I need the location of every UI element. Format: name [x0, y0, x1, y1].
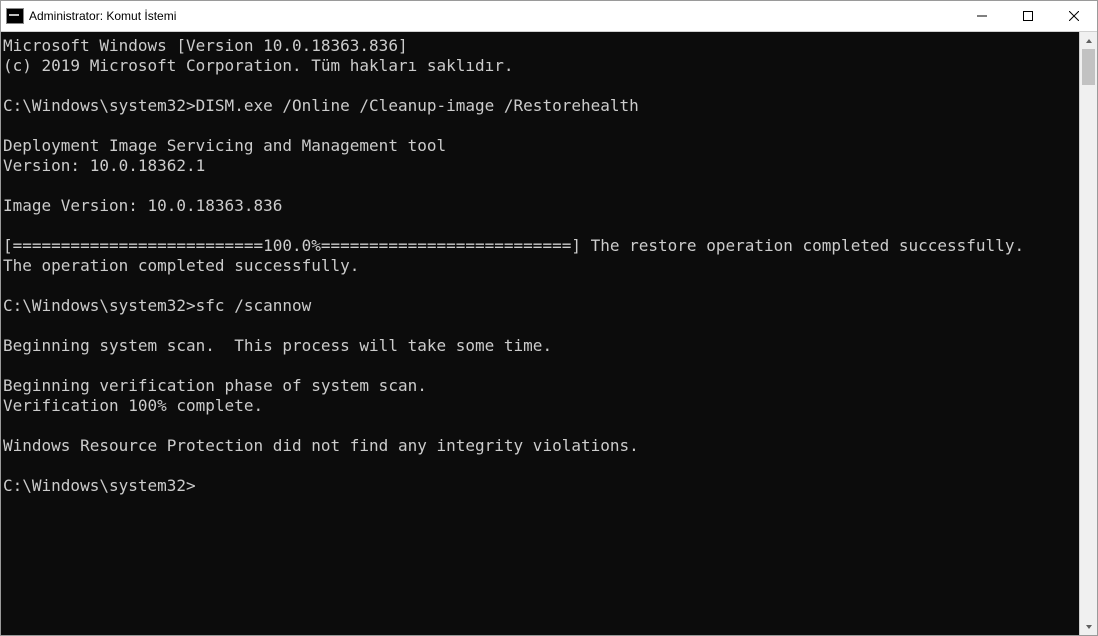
terminal-line: C:\Windows\system32>: [3, 476, 1077, 496]
close-icon: [1069, 11, 1079, 21]
minimize-icon: [977, 11, 987, 21]
terminal-line: [3, 416, 1077, 436]
content-area: Microsoft Windows [Version 10.0.18363.83…: [1, 32, 1097, 635]
scroll-up-arrow-icon[interactable]: [1080, 32, 1097, 49]
terminal-line: Windows Resource Protection did not find…: [3, 436, 1077, 456]
close-button[interactable]: [1051, 1, 1097, 31]
terminal-line: [==========================100.0%=======…: [3, 236, 1077, 256]
window-controls: [959, 1, 1097, 31]
terminal-line: Verification 100% complete.: [3, 396, 1077, 416]
terminal-line: [3, 456, 1077, 476]
cmd-icon: [6, 8, 24, 24]
terminal-line: [3, 76, 1077, 96]
terminal-line: [3, 316, 1077, 336]
terminal-line: C:\Windows\system32>DISM.exe /Online /Cl…: [3, 96, 1077, 116]
window-title: Administrator: Komut İstemi: [29, 9, 176, 23]
terminal-line: Deployment Image Servicing and Managemen…: [3, 136, 1077, 156]
terminal-line: [3, 176, 1077, 196]
titlebar[interactable]: Administrator: Komut İstemi: [1, 1, 1097, 32]
maximize-icon: [1023, 11, 1033, 21]
terminal-line: Microsoft Windows [Version 10.0.18363.83…: [3, 36, 1077, 56]
terminal-line: (c) 2019 Microsoft Corporation. Tüm hakl…: [3, 56, 1077, 76]
command-prompt-window: Administrator: Komut İstemi Micros: [0, 0, 1098, 636]
terminal-line: The operation completed successfully.: [3, 256, 1077, 276]
terminal-line: Version: 10.0.18362.1: [3, 156, 1077, 176]
terminal-line: Image Version: 10.0.18363.836: [3, 196, 1077, 216]
app-icon-wrap: [1, 8, 29, 24]
scrollbar-thumb[interactable]: [1082, 49, 1095, 85]
vertical-scrollbar[interactable]: [1079, 32, 1097, 635]
terminal-line: Beginning system scan. This process will…: [3, 336, 1077, 356]
terminal-line: [3, 116, 1077, 136]
minimize-button[interactable]: [959, 1, 1005, 31]
terminal-output[interactable]: Microsoft Windows [Version 10.0.18363.83…: [1, 32, 1079, 635]
maximize-button[interactable]: [1005, 1, 1051, 31]
terminal-line: [3, 216, 1077, 236]
terminal-line: [3, 356, 1077, 376]
terminal-line: Beginning verification phase of system s…: [3, 376, 1077, 396]
terminal-line: C:\Windows\system32>sfc /scannow: [3, 296, 1077, 316]
terminal-line: [3, 276, 1077, 296]
scroll-down-arrow-icon[interactable]: [1080, 618, 1097, 635]
